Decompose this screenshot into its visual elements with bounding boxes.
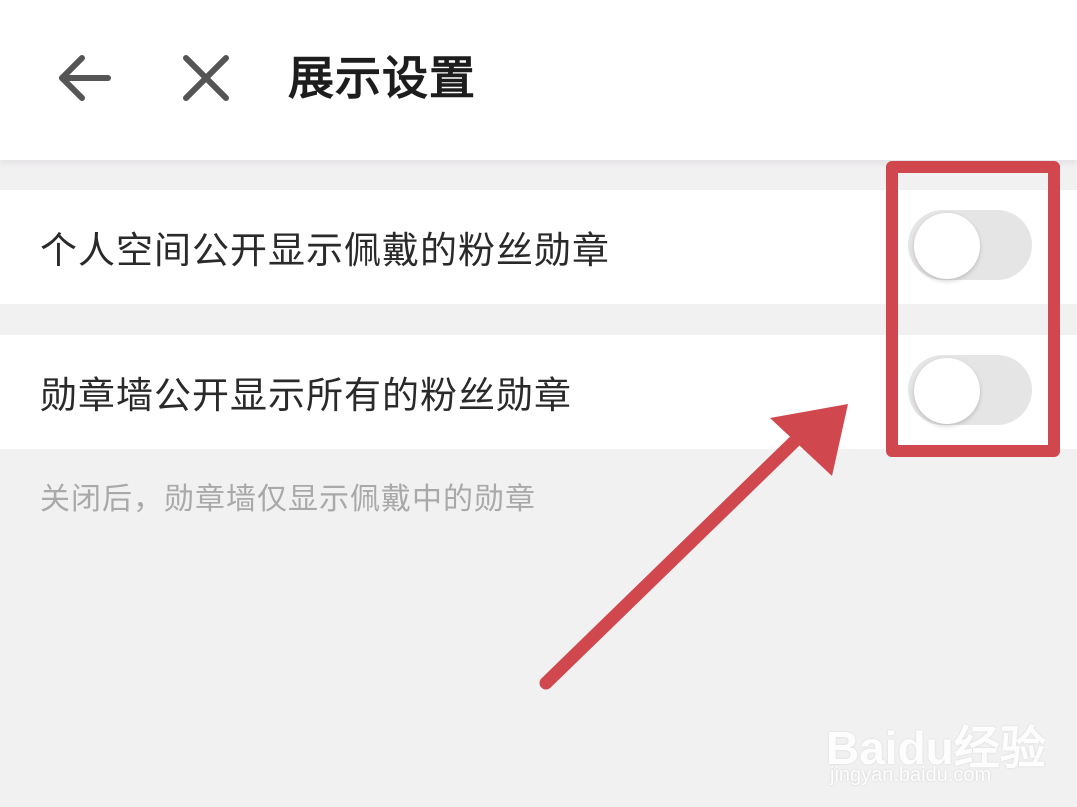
toggle-knob	[914, 358, 980, 424]
setting-row-space-medal: 个人空间公开显示佩戴的粉丝勋章	[0, 190, 1077, 304]
hint-text: 关闭后，勋章墙仅显示佩戴中的勋章	[40, 482, 536, 517]
arrow-left-icon	[59, 55, 111, 101]
watermark-brand: Baidu经验	[826, 722, 1046, 774]
close-button[interactable]	[174, 46, 238, 110]
setting-label: 个人空间公开显示佩戴的粉丝勋章	[40, 229, 610, 272]
watermark-url: jingyan.baidu.com	[830, 764, 992, 786]
page-title: 展示设置	[288, 51, 476, 105]
close-icon	[183, 55, 229, 101]
toggle-knob	[914, 213, 980, 279]
space-medal-toggle[interactable]	[908, 210, 1032, 280]
back-button[interactable]	[52, 46, 116, 110]
top-bar: 展示设置	[0, 0, 1077, 160]
watermark: Baidu经验 jingyan.baidu.com	[826, 688, 1066, 798]
setting-label: 勋章墙公开显示所有的粉丝勋章	[40, 374, 572, 417]
setting-row-medal-wall: 勋章墙公开显示所有的粉丝勋章	[0, 335, 1077, 449]
medal-wall-toggle[interactable]	[908, 355, 1032, 425]
